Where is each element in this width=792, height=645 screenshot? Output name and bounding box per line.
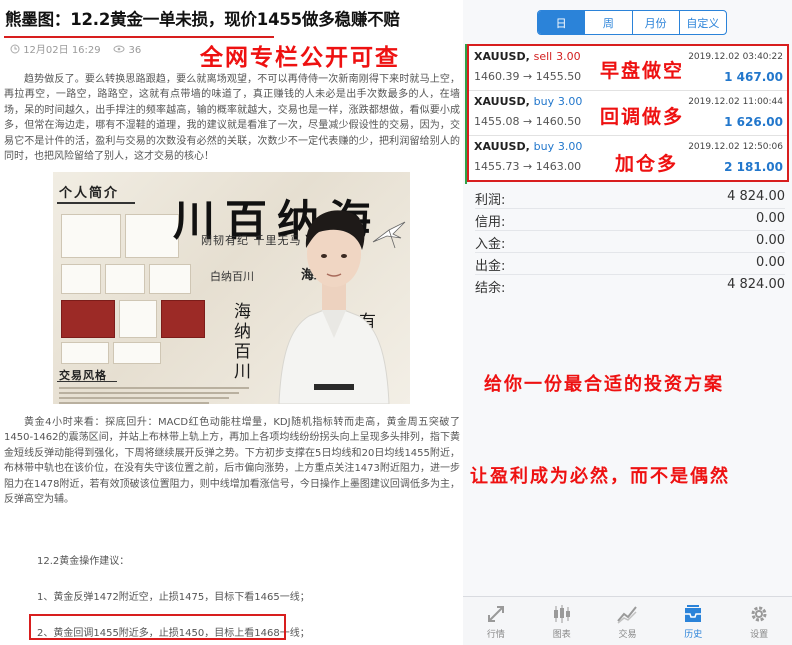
trade-symbol-line: XAUUSD, buy 3.00 (474, 140, 582, 153)
banner-public: 全网专栏公开可查 (200, 44, 400, 71)
tab-custom[interactable]: 自定义 (678, 11, 726, 34)
quotes-icon (487, 606, 504, 622)
tab-week[interactable]: 周 (584, 11, 631, 34)
certificate-image (113, 342, 161, 364)
trade-prices: 1460.39 → 1455.50 (474, 70, 582, 83)
trade-profit: 1 467.00 (724, 70, 783, 84)
promo-tag-underline (57, 202, 135, 204)
certificate-image (161, 300, 205, 338)
certificate-image (61, 264, 101, 294)
trade-side: buy (533, 140, 555, 153)
trade-symbol: XAUUSD, (474, 95, 530, 108)
summary-value: 0.00 (756, 255, 785, 270)
chart-icon (553, 605, 570, 623)
eye-icon (113, 44, 125, 57)
promo-tag-style-underline (57, 381, 117, 382)
nav-quotes[interactable]: 行情 (463, 597, 529, 645)
period-tabs: 日 周 月份 自定义 (537, 10, 727, 35)
promo-line-profit: 让盈利成为必然，而不是偶然 (470, 466, 730, 487)
certificate-image (105, 264, 145, 294)
trade-prices: 1455.08 → 1460.50 (474, 115, 582, 128)
promo-line-plan: 给你一份最合适的投资方案 (484, 374, 724, 395)
trade-annotation: 早盘做空 (600, 60, 685, 82)
suggestion-heading: 12.2黄金操作建议： (37, 556, 130, 567)
summary-label: 信用: (475, 215, 506, 230)
summary-value: 0.00 (756, 211, 785, 226)
certificate-image (149, 264, 191, 294)
trade-row[interactable]: XAUUSD, buy 3.00 1455.08 → 1460.50 2019.… (469, 91, 787, 136)
article-meta: 12月02日 16:29 36 (10, 41, 141, 57)
summary-withdrawal: 出金: 0.00 (475, 252, 785, 275)
promo-tag-profile: 个人简介 (59, 186, 120, 201)
summary-deposit: 入金: 0.00 (475, 230, 785, 253)
trade-annotation: 回调做多 (600, 106, 685, 128)
nav-label: 设置 (750, 630, 769, 640)
nav-label: 历史 (684, 630, 703, 640)
bottom-nav: 行情 图表 交易 历史 设置 (463, 596, 792, 645)
suggestion-1: 1、黄金反弹1472附近空，止损1475，目标下看1465一线； (37, 592, 310, 603)
summary-label: 出金: (475, 259, 506, 274)
summary-value: 0.00 (756, 233, 785, 248)
article-panel: 熊墨图：12.2黄金一单未损，现价1455做多稳赚不赔 12月02日 16:29… (0, 0, 463, 644)
trade-lots: 3.00 (557, 140, 583, 153)
crane-icon (372, 221, 406, 249)
nav-trade[interactable]: 交易 (595, 597, 661, 645)
certificate-image (119, 300, 157, 338)
suggestion-2-highlight (29, 614, 286, 640)
article-paragraph-2: 黄金4小时来看：探底回升：MACD红色动能柱增量，KDJ随机指标转而走高，黄金周… (4, 417, 460, 506)
trade-lots: 3.00 (556, 50, 581, 63)
gear-icon (751, 606, 767, 622)
summary-balance: 结余: 4 824.00 (475, 274, 785, 296)
trade-side: sell (533, 50, 553, 63)
promo-vertical-text-1: 海纳百川 (230, 302, 250, 382)
tab-day[interactable]: 日 (538, 11, 585, 34)
trade-annotation: 加仓多 (615, 153, 679, 175)
trade-time: 2019.12.02 03:40:22 (688, 52, 783, 62)
summary-value: 4 824.00 (727, 277, 785, 292)
summary-profit: 利润: 4 824.00 (475, 186, 785, 209)
certificate-image (61, 214, 121, 258)
trade-lots: 3.00 (557, 95, 583, 108)
summary-credit: 信用: 0.00 (475, 208, 785, 231)
trade-time: 2019.12.02 12:50:06 (688, 142, 783, 152)
promo-text-lines (59, 384, 259, 404)
trade-symbol-line: XAUUSD, buy 3.00 (474, 95, 582, 108)
trade-profit: 2 181.00 (724, 160, 783, 174)
trade-side: buy (533, 95, 555, 108)
nav-label: 行情 (486, 630, 505, 640)
nav-history[interactable]: 历史 (660, 597, 726, 645)
article-views: 36 (128, 45, 142, 56)
article-paragraph-1: 趋势做反了。要么转换思路跟趋，要么就离场观望，不可以再侍侍一次新南刚得下来时就马… (4, 74, 460, 163)
promo-image: 个人简介 川百纳海 刚韧有纪 千里无马 亚华川汇 白纳百川 海纳 海纳百川 有容… (53, 172, 410, 404)
trade-symbol: XAUUSD, (474, 140, 530, 153)
certificate-image (61, 342, 109, 364)
nav-chart[interactable]: 图表 (529, 597, 595, 645)
trade-time: 2019.12.02 11:00:44 (688, 97, 783, 107)
nav-label: 图表 (552, 630, 571, 640)
clock-icon (10, 44, 20, 57)
trade-row[interactable]: XAUUSD, sell 3.00 1460.39 → 1455.50 2019… (469, 46, 787, 91)
trade-symbol: XAUUSD, (474, 50, 530, 63)
trade-list: XAUUSD, sell 3.00 1460.39 → 1455.50 2019… (467, 44, 789, 182)
summary-label: 结余: (475, 281, 506, 296)
nav-label: 交易 (618, 630, 637, 640)
promo-subtext: 白纳百川 (210, 270, 254, 283)
article-title: 熊墨图：12.2黄金一单未损，现价1455做多稳赚不赔 (5, 10, 400, 29)
history-icon (685, 605, 702, 622)
trade-symbol-line: XAUUSD, sell 3.00 (474, 50, 581, 63)
trade-icon (617, 606, 638, 624)
certificate-image (125, 214, 179, 258)
trade-prices: 1455.73 → 1463.00 (474, 160, 582, 173)
summary-value: 4 824.00 (727, 189, 785, 204)
nav-settings[interactable]: 设置 (726, 597, 792, 645)
summary-label: 入金: (475, 237, 506, 252)
certificate-image (61, 300, 115, 338)
tab-month[interactable]: 月份 (631, 11, 679, 34)
article-date: 12月02日 16:29 (23, 45, 101, 56)
trade-row[interactable]: XAUUSD, buy 3.00 1455.73 → 1463.00 2019.… (469, 136, 787, 180)
trade-profit: 1 626.00 (724, 115, 783, 129)
summary-label: 利润: (475, 193, 506, 208)
